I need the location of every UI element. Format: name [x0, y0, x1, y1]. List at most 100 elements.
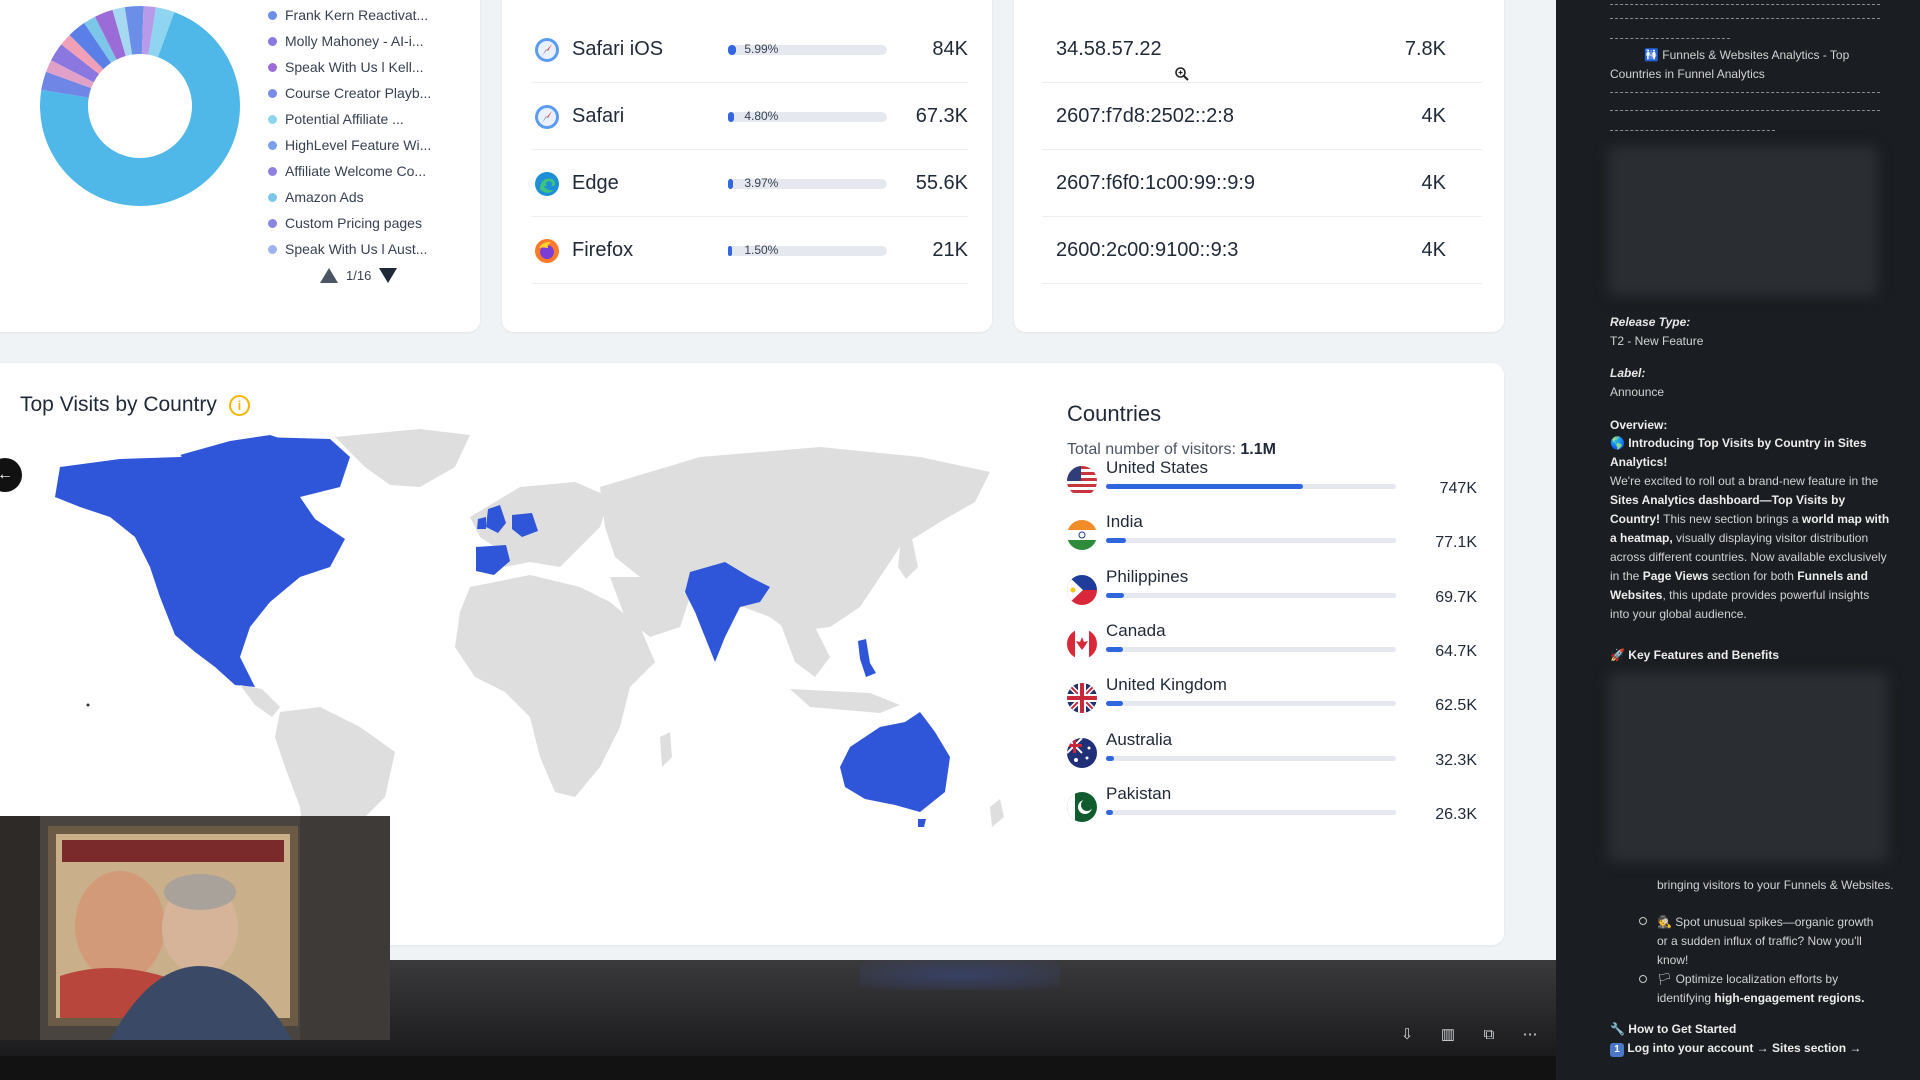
country-name: India — [1106, 512, 1143, 532]
how-to-heading: 🔧 How to Get Started — [1610, 1020, 1890, 1039]
download-icon[interactable]: ⇩ — [1397, 1026, 1417, 1044]
country-row[interactable]: Pakistan 26.3K — [1067, 784, 1477, 840]
country-name: Canada — [1106, 620, 1166, 640]
country-share-bar — [1106, 592, 1396, 598]
country-row[interactable]: India 77.1K — [1067, 512, 1477, 568]
bullet-icon — [1639, 975, 1647, 983]
firefox-icon — [534, 238, 560, 264]
map-north-america — [55, 437, 350, 687]
country-row[interactable]: Philippines 69.7K — [1067, 567, 1477, 623]
ip-row: 2600:2c00:9100::9:3 4K — [1042, 218, 1482, 284]
country-share-fill — [1106, 484, 1304, 489]
map-dot — [86, 703, 90, 707]
legend-item[interactable]: HighLevel Feature Wi... — [268, 132, 431, 158]
browser-share-bar: 1.50% — [728, 243, 887, 257]
us-flag — [1067, 466, 1097, 496]
feature-bullet-2: 🏳 Optimize localization efforts by ident… — [1657, 970, 1887, 1008]
key-features-heading: 🚀 Key Features and Benefits — [1610, 646, 1890, 665]
feature-bullet-1: 🕵 Spot unusual spikes—organic growth or … — [1657, 913, 1887, 970]
ip-visits: 4K — [1421, 239, 1446, 261]
canada-flag — [1067, 628, 1097, 659]
overview-bold-3: Page Views — [1642, 569, 1709, 583]
info-icon[interactable]: i — [228, 394, 250, 416]
browser-share-fill — [728, 178, 734, 189]
how-to-text: How to Get Started — [1628, 1022, 1737, 1036]
countries-total: Total number of visitors: 1.1M — [1067, 441, 1276, 459]
country-name: Australia — [1106, 729, 1173, 749]
browser-value: 55.6K — [915, 172, 968, 194]
wrench-emoji-icon: 🔧 — [1610, 1022, 1625, 1036]
legend-item[interactable]: Speak With Us l Aust... — [268, 236, 431, 262]
ip-row: 2607:f6f0:1c00:99::9:9 4K — [1042, 151, 1482, 217]
country-name: United States — [1106, 458, 1209, 477]
ip-row: 2607:f7d8:2502::2:8 4K — [1042, 84, 1482, 150]
browser-share-bar: 4.80% — [728, 108, 887, 123]
legend-label: HighLevel Feature Wi... — [285, 137, 432, 153]
legend-dot — [268, 88, 277, 98]
bottom-strip — [0, 1056, 1556, 1080]
step-1-text: Log into your account → Sites section → — [1627, 1041, 1862, 1055]
browser-value: 84K — [932, 38, 968, 60]
country-share-fill — [1106, 701, 1123, 707]
ip-address: 2600:2c00:9100::9:3 — [1056, 239, 1239, 261]
card-title: Top Visits by Country — [20, 393, 217, 416]
country-share-bar — [1106, 755, 1396, 761]
browser-pct: 4.80% — [744, 108, 779, 123]
browser-share-bar: 5.99% — [728, 42, 887, 56]
legend-label: Course Creator Playb... — [285, 85, 432, 101]
australia-flag — [1067, 737, 1097, 768]
legend-item[interactable]: Frank Kern Reactivat... — [268, 2, 431, 28]
browser-name: Safari iOS — [572, 38, 664, 60]
copy-icon[interactable]: ⧉ — [1479, 1026, 1499, 1044]
browser-row: Edge 3.97% 55.6K — [532, 151, 968, 217]
country-row[interactable]: United Kingdom 62.5K — [1067, 675, 1477, 731]
legend-label: Speak With Us l Kell... — [285, 59, 424, 75]
country-row[interactable]: Australia 32.3K — [1067, 730, 1477, 786]
legend-item[interactable]: Molly Mahoney - AI-i... — [268, 28, 431, 54]
country-row[interactable]: Canada 64.7K — [1067, 621, 1477, 677]
country-share-bar — [1106, 809, 1396, 815]
country-share-fill — [1106, 809, 1113, 815]
country-visits: 747K — [1439, 480, 1477, 497]
more-icon[interactable]: ⋯ — [1520, 1026, 1540, 1044]
pager-down-icon[interactable] — [379, 268, 398, 283]
layout-icon[interactable]: ▥ — [1438, 1026, 1458, 1044]
overview-text-1: We're excited to roll out a brand-new fe… — [1610, 474, 1879, 488]
legend-item[interactable]: Potential Affiliate ... — [268, 106, 431, 132]
country-row[interactable]: United States 747K — [1067, 458, 1477, 514]
panel-heading: 🚻 Funnels & Websites Analytics - Top Cou… — [1610, 46, 1890, 84]
label-label: Label: — [1610, 366, 1646, 380]
country-visits: 77.1K — [1435, 534, 1477, 552]
blurred-features — [1608, 672, 1888, 862]
announcement-panel: 🚻 Funnels & Websites Analytics - Top Cou… — [1556, 0, 1920, 1080]
legend-item[interactable]: Custom Pricing pages — [268, 210, 431, 236]
country-share-bar — [1106, 701, 1396, 707]
legend-label: Potential Affiliate ... — [285, 111, 404, 127]
release-type-label: Release Type: — [1610, 315, 1691, 329]
legend-item[interactable]: Course Creator Playb... — [268, 80, 431, 106]
country-share-bar — [1106, 484, 1396, 489]
map-greenland — [335, 429, 470, 487]
pager-up-icon[interactable] — [320, 268, 338, 283]
browser-share-fill — [728, 44, 736, 55]
legend-label: Affiliate Welcome Co... — [285, 163, 427, 179]
pages-card: Frank Kern Reactivat... Molly Mahoney - A… — [0, 0, 480, 332]
ip-address: 34.58.57.22 — [1056, 38, 1162, 60]
legend-pager: 1/16 — [320, 268, 398, 283]
uk-flag — [1067, 683, 1097, 714]
browser-row: Safari iOS 5.99% 84K — [532, 17, 968, 83]
legend-dot — [268, 36, 277, 46]
rocket-emoji-icon: 🚀 — [1610, 648, 1625, 662]
key-features-text: Key Features and Benefits — [1628, 648, 1780, 662]
legend-item[interactable]: Amazon Ads — [268, 184, 431, 210]
legend-item[interactable]: Affiliate Welcome Co... — [268, 158, 431, 184]
feature-bullet-0: bringing visitors to your Funnels & Webs… — [1657, 878, 1894, 892]
keycap-1-icon: 1 — [1610, 1043, 1624, 1057]
browser-name: Edge — [572, 172, 619, 194]
philippines-flag — [1067, 574, 1097, 605]
legend-dot — [268, 62, 277, 72]
legend-item[interactable]: Speak With Us l Kell... — [268, 54, 431, 80]
legend-dot — [268, 10, 277, 20]
ip-visits: 4K — [1421, 105, 1446, 127]
legend-label: Speak With Us l Aust... — [285, 241, 428, 257]
